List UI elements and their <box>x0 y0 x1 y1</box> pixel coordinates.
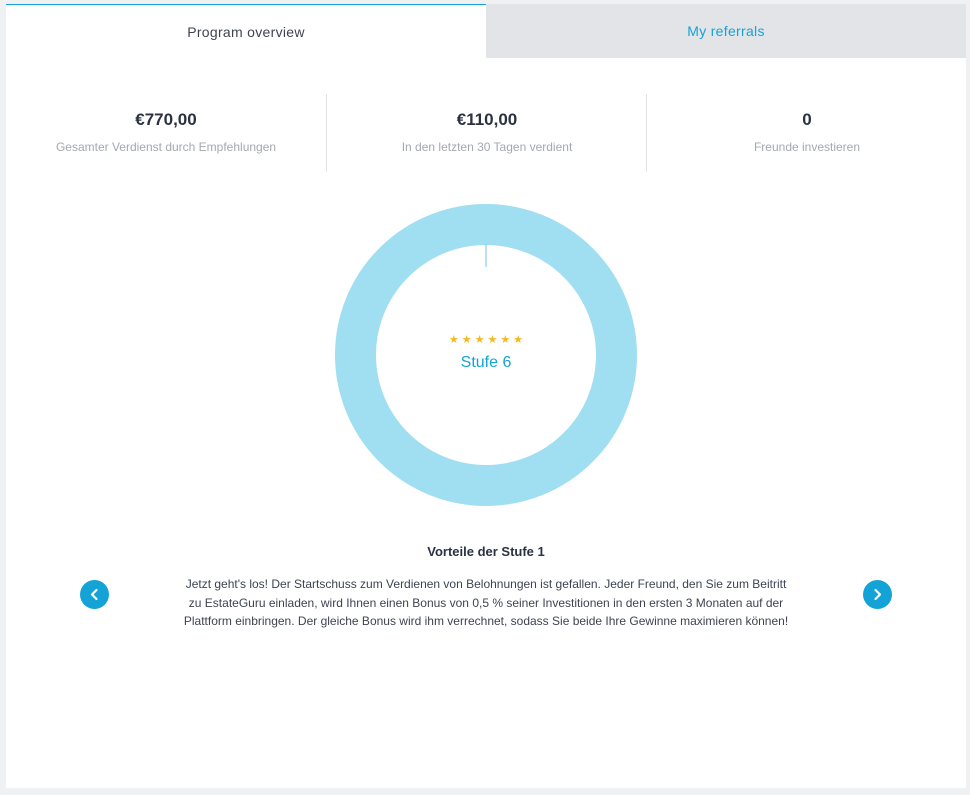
level-center: ★ ★ ★ ★ ★ ★ Stufe 6 <box>335 204 637 506</box>
star-icon: ★ <box>474 333 485 346</box>
tab-my-referrals[interactable]: My referrals <box>486 4 966 58</box>
level-progress-ring: ★ ★ ★ ★ ★ ★ Stufe 6 <box>335 204 637 506</box>
benefit-description: Jetzt geht's los! Der Startschuss zum Ve… <box>183 577 789 628</box>
chevron-left-icon <box>90 588 98 601</box>
stat-friends-investing: 0 Freunde investieren <box>646 94 967 172</box>
stat-last-30-days-value: €110,00 <box>456 110 518 129</box>
previous-level-button[interactable] <box>80 580 109 609</box>
star-icon: ★ <box>448 333 459 346</box>
chevron-right-icon <box>874 588 882 601</box>
stat-total-earnings-value: €770,00 <box>135 110 197 129</box>
star-icon: ★ <box>500 333 511 346</box>
star-icon: ★ <box>513 333 524 346</box>
level-stars: ★ ★ ★ ★ ★ ★ <box>449 334 523 346</box>
star-icon: ★ <box>461 333 472 346</box>
benefit-title: Vorteile der Stufe 1 <box>427 544 545 559</box>
level-label: Stufe 6 <box>460 354 512 371</box>
referral-program-card: Program overview My referrals €770,00 Ge… <box>6 4 966 788</box>
stat-last-30-days-label: In den letzten 30 Tagen verdient <box>401 140 573 154</box>
tab-program-overview[interactable]: Program overview <box>6 4 486 58</box>
stat-last-30-days: €110,00 In den letzten 30 Tagen verdient <box>326 94 647 172</box>
stats-row: €770,00 Gesamter Verdienst durch Empfehl… <box>6 94 966 172</box>
next-level-button[interactable] <box>863 580 892 609</box>
tab-bar: Program overview My referrals <box>6 4 966 58</box>
stat-total-earnings: €770,00 Gesamter Verdienst durch Empfehl… <box>6 94 326 172</box>
stat-friends-investing-label: Freunde investieren <box>753 140 861 154</box>
stat-total-earnings-label: Gesamter Verdienst durch Empfehlungen <box>55 140 277 154</box>
star-icon: ★ <box>487 333 498 346</box>
stat-friends-investing-value: 0 <box>802 110 812 129</box>
